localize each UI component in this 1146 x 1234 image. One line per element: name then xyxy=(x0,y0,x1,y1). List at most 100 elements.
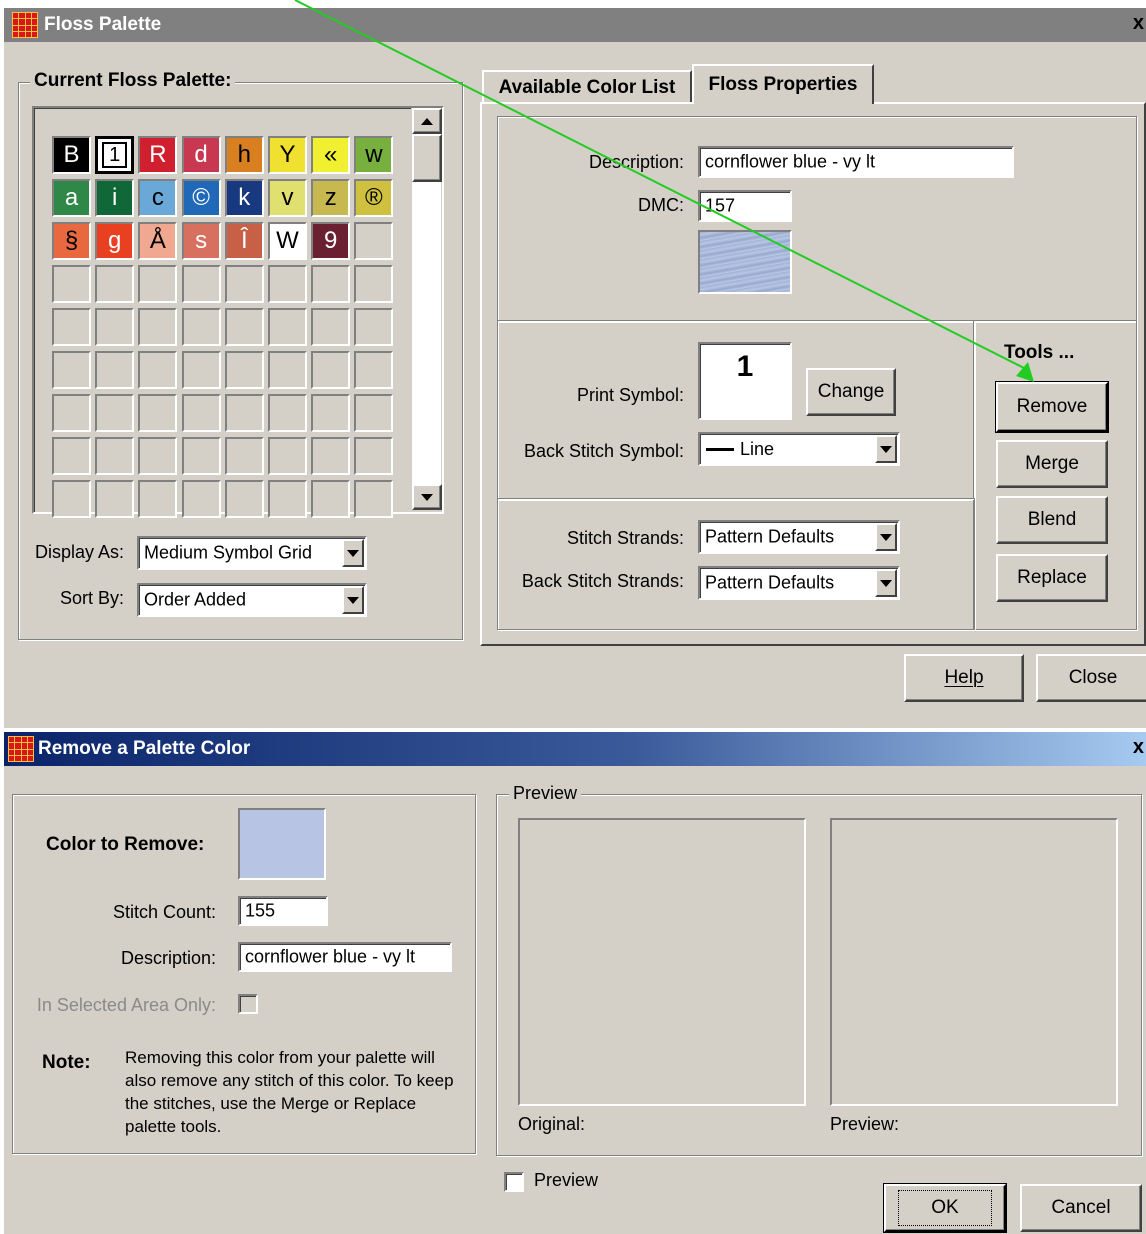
palette-cell[interactable]: k xyxy=(224,179,264,217)
selected-area-checkbox[interactable] xyxy=(238,994,258,1014)
display-as-dropdown[interactable]: Medium Symbol Grid xyxy=(137,536,367,570)
remove-dialog-titlebar[interactable]: Remove a Palette Color x xyxy=(4,732,1146,766)
palette-cell[interactable]: « xyxy=(311,136,351,174)
palette-cell[interactable] xyxy=(138,351,178,389)
palette-cell[interactable] xyxy=(95,351,135,389)
preview-checkbox[interactable] xyxy=(504,1172,524,1192)
palette-cell[interactable]: 9 xyxy=(311,222,351,260)
palette-cell[interactable] xyxy=(268,480,307,518)
palette-cell[interactable] xyxy=(354,480,394,518)
ok-button[interactable]: OK xyxy=(883,1183,1007,1233)
palette-cell[interactable] xyxy=(52,480,91,518)
palette-cell[interactable] xyxy=(138,480,178,518)
palette-cell[interactable]: 1 xyxy=(95,136,135,174)
scroll-down-button[interactable] xyxy=(412,484,442,510)
stitch-strands-dropdown[interactable]: Pattern Defaults xyxy=(698,520,900,554)
palette-cell[interactable] xyxy=(181,394,221,432)
palette-cell[interactable] xyxy=(354,394,394,432)
palette-scrollbar[interactable] xyxy=(411,108,442,510)
cancel-button[interactable]: Cancel xyxy=(1020,1184,1142,1232)
palette-cell[interactable] xyxy=(224,265,264,303)
description-field[interactable]: cornflower blue - vy lt xyxy=(698,146,1014,178)
floss-palette-titlebar[interactable]: Floss Palette x xyxy=(4,8,1146,42)
palette-cell[interactable]: d xyxy=(181,136,221,174)
blend-button[interactable]: Blend xyxy=(996,496,1108,544)
palette-cell[interactable]: © xyxy=(181,179,221,217)
palette-cell[interactable] xyxy=(354,351,394,389)
palette-cell[interactable] xyxy=(95,394,135,432)
dmc-field[interactable]: 157 xyxy=(698,190,792,222)
back-stitch-strands-dropdown[interactable]: Pattern Defaults xyxy=(698,566,900,600)
palette-cell[interactable] xyxy=(354,222,394,260)
palette-cell[interactable] xyxy=(224,480,264,518)
sort-by-dropdown[interactable]: Order Added xyxy=(137,583,367,617)
palette-cell[interactable] xyxy=(52,437,91,475)
palette-cell[interactable]: R xyxy=(138,136,178,174)
palette-cell[interactable] xyxy=(181,265,221,303)
palette-cell[interactable] xyxy=(268,308,307,346)
palette-cell[interactable] xyxy=(95,480,135,518)
palette-cell[interactable]: w xyxy=(354,136,394,174)
palette-cell[interactable]: s xyxy=(181,222,221,260)
palette-cell[interactable]: c xyxy=(138,179,178,217)
scroll-thumb[interactable] xyxy=(412,134,442,182)
chevron-down-icon[interactable] xyxy=(342,586,364,614)
palette-cell[interactable] xyxy=(268,265,307,303)
replace-button[interactable]: Replace xyxy=(996,554,1108,602)
palette-cell[interactable]: W xyxy=(268,222,307,260)
merge-button[interactable]: Merge xyxy=(996,440,1108,488)
palette-cell[interactable] xyxy=(268,394,307,432)
palette-cell[interactable] xyxy=(181,351,221,389)
palette-cell[interactable] xyxy=(311,437,351,475)
close-button[interactable]: Close xyxy=(1036,654,1146,702)
palette-cell[interactable]: i xyxy=(95,179,135,217)
palette-cell[interactable] xyxy=(224,394,264,432)
palette-cell[interactable] xyxy=(181,437,221,475)
close-icon[interactable]: x xyxy=(1133,736,1144,759)
back-stitch-symbol-dropdown[interactable]: Line xyxy=(698,432,900,466)
palette-cell[interactable]: g xyxy=(95,222,135,260)
palette-cell[interactable] xyxy=(138,394,178,432)
palette-cell[interactable] xyxy=(311,351,351,389)
palette-cell[interactable] xyxy=(354,437,394,475)
palette-cell[interactable]: ® xyxy=(354,179,394,217)
palette-cell[interactable] xyxy=(52,394,91,432)
palette-cell[interactable] xyxy=(224,308,264,346)
palette-cell[interactable] xyxy=(311,394,351,432)
palette-cell[interactable]: Y xyxy=(268,136,307,174)
palette-cell[interactable] xyxy=(52,308,91,346)
chevron-down-icon[interactable] xyxy=(875,569,897,597)
palette-cell[interactable] xyxy=(311,308,351,346)
palette-cell[interactable] xyxy=(138,265,178,303)
palette-cell[interactable] xyxy=(354,265,394,303)
palette-cell[interactable]: z xyxy=(311,179,351,217)
chevron-down-icon[interactable] xyxy=(875,435,897,463)
chevron-down-icon[interactable] xyxy=(342,539,364,567)
palette-cell[interactable] xyxy=(52,351,91,389)
palette-cell[interactable] xyxy=(354,308,394,346)
tab-available-color-list[interactable]: Available Color List xyxy=(482,70,692,104)
palette-cell[interactable]: v xyxy=(268,179,307,217)
palette-cell[interactable] xyxy=(224,437,264,475)
palette-cell[interactable]: B xyxy=(52,136,91,174)
tab-floss-properties[interactable]: Floss Properties xyxy=(692,64,874,104)
palette-cell[interactable] xyxy=(138,437,178,475)
chevron-down-icon[interactable] xyxy=(875,523,897,551)
palette-cell[interactable] xyxy=(181,480,221,518)
close-icon[interactable]: x xyxy=(1133,12,1144,35)
help-button[interactable]: Help xyxy=(904,654,1024,702)
palette-cell[interactable] xyxy=(181,308,221,346)
change-button[interactable]: Change xyxy=(806,368,896,416)
palette-cell[interactable]: a xyxy=(52,179,91,217)
palette-cell[interactable] xyxy=(268,351,307,389)
palette-cell[interactable] xyxy=(95,437,135,475)
palette-cell[interactable]: h xyxy=(224,136,264,174)
palette-cell[interactable] xyxy=(138,308,178,346)
palette-cell[interactable] xyxy=(52,265,91,303)
palette-cell[interactable]: Î xyxy=(224,222,264,260)
palette-cell[interactable] xyxy=(268,437,307,475)
remove-button[interactable]: Remove xyxy=(995,381,1109,433)
palette-cell[interactable] xyxy=(95,265,135,303)
palette-cell[interactable] xyxy=(224,351,264,389)
palette-cell[interactable]: Å xyxy=(138,222,178,260)
